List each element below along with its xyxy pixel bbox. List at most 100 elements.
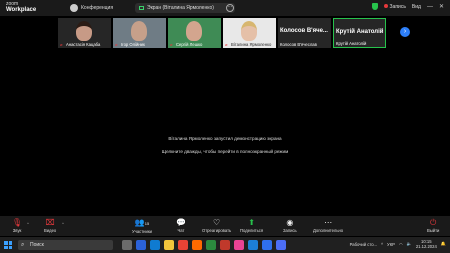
telegram-icon[interactable]	[276, 240, 286, 250]
participant-strip: ⌀ Анастасія Кацаба ⌀ Ігор Олійник ⌀ Сергій …	[58, 18, 386, 48]
notifications-bell-icon[interactable]: 🔔	[441, 241, 446, 247]
next-page-arrow-icon[interactable]: ›	[400, 27, 410, 37]
participants-icon: 👥15	[134, 218, 150, 227]
screen-share-icon	[139, 6, 144, 10]
close-button[interactable]: ✕	[439, 3, 444, 10]
chrome-icon[interactable]	[178, 240, 188, 250]
audio-button[interactable]: 🎙 Звук	[12, 218, 22, 233]
participant-display-name: Колосов В'яче...	[280, 28, 328, 34]
leave-icon: ⏻	[430, 218, 437, 227]
participant-name: Сергій Лешко	[176, 42, 203, 47]
participant-thumbnail[interactable]: ⌀ Ігор Олійник	[113, 18, 166, 48]
clock-date: 21.12.2024	[415, 244, 437, 249]
video-button[interactable]: ⌧ Видео	[44, 218, 56, 233]
pdf-reader-icon[interactable]	[220, 240, 230, 250]
recording-indicator[interactable]: Запись	[383, 3, 406, 10]
mic-muted-icon: ⌀	[60, 41, 63, 47]
edge-icon[interactable]	[150, 240, 160, 250]
more-button[interactable]: ⋯ Дополнительно	[313, 218, 343, 233]
media-player-icon[interactable]	[234, 240, 244, 250]
record-label: Запись	[283, 228, 297, 233]
firefox-icon[interactable]	[192, 240, 202, 250]
participants-button[interactable]: 👥15 Участники	[132, 218, 152, 234]
share-more-button[interactable]: ⋯	[226, 4, 234, 12]
mic-muted-icon: ⌀	[170, 41, 173, 47]
participant-video	[241, 21, 257, 41]
video-label: Видео	[44, 228, 57, 233]
react-label: Отреагировать	[202, 228, 232, 233]
active-speaker-tile[interactable]: Крутій Анатолій Крутій Анатолій	[333, 18, 386, 48]
record-icon: ◉	[286, 218, 294, 227]
search-placeholder: Поиск	[30, 242, 44, 248]
audio-options-chevron-icon[interactable]: ^	[27, 221, 29, 226]
language-indicator[interactable]: УКР	[387, 242, 395, 247]
view-button[interactable]: Вид	[412, 4, 421, 10]
participant-name: Віталина Ярмоленко	[231, 42, 272, 47]
chat-button[interactable]: 💬 Чат	[176, 218, 186, 233]
mic-muted-icon: ⌀	[225, 41, 228, 47]
title-bar: zoom Workplace Конференция Экран (Вітали…	[0, 0, 450, 16]
conference-icon	[70, 4, 78, 12]
mic-muted-icon: ⌀	[115, 41, 118, 47]
video-options-chevron-icon[interactable]: ^	[62, 221, 64, 226]
participant-name: Колосов В'ячеслав	[280, 42, 317, 47]
search-icon: ⌕	[21, 242, 25, 248]
participants-count: 15	[144, 221, 150, 226]
participant-thumbnail[interactable]: ⌀ Сергій Лешко	[168, 18, 221, 48]
share-label: Поделиться	[240, 228, 264, 233]
leave-button[interactable]: ⏻ Выйти	[427, 218, 439, 233]
task-view-icon[interactable]	[122, 240, 132, 250]
pinned-apps	[122, 240, 286, 250]
participant-name: Ігор Олійник	[121, 42, 145, 47]
participants-label: Участники	[132, 229, 153, 234]
participant-name-tile[interactable]: Колосов В'яче... Колосов В'ячеслав	[278, 18, 331, 48]
tray-overflow-chevron-icon[interactable]: ^	[381, 242, 383, 247]
mic-muted-icon: 🎙	[12, 218, 23, 227]
excel-icon[interactable]	[206, 240, 216, 250]
word-icon[interactable]	[262, 240, 272, 250]
volume-icon[interactable]: 🔈	[407, 241, 412, 247]
wifi-icon[interactable]: ◠	[399, 242, 403, 247]
participant-video	[131, 21, 147, 41]
windows-taskbar: ⌕ Поиск Рабочий сто... ^ УКР ◠ 🔈 10:15 2…	[0, 237, 450, 253]
chat-icon: 💬	[176, 218, 186, 227]
audio-label: Звук	[12, 228, 22, 233]
conference-button[interactable]: Конференция	[70, 4, 113, 12]
participant-name: Крутій Анатолій	[336, 41, 367, 46]
participant-display-name: Крутій Анатолій	[336, 29, 384, 35]
participant-video	[76, 21, 92, 41]
participant-thumbnail[interactable]: ⌀ Віталина Ярмоленко	[223, 18, 276, 48]
leave-label: Выйти	[427, 228, 440, 233]
meeting-toolbar: 🎙 Звук ^ ⌧ Видео ^ 👥15 Участники 💬 Чат ♡…	[0, 216, 450, 236]
share-title: Экран (Віталина Ярмоленко)	[147, 5, 214, 11]
fullscreen-hint: Щелкните дважды, чтобы перейти в полноэк…	[161, 149, 289, 154]
heart-icon: ♡	[213, 218, 221, 227]
taskbar-search-input[interactable]: ⌕ Поиск	[18, 240, 113, 250]
share-screen-button[interactable]: ⬆ Поделиться	[240, 218, 263, 233]
record-button[interactable]: ◉ Запись	[283, 218, 297, 233]
participant-thumbnail[interactable]: ⌀ Анастасія Кацаба	[58, 18, 111, 48]
camera-off-icon: ⌧	[45, 218, 55, 227]
file-explorer-icon[interactable]	[164, 240, 174, 250]
windows-start-icon[interactable]	[4, 241, 12, 249]
brand-bottom: Workplace	[6, 7, 37, 13]
teams-icon[interactable]	[136, 240, 146, 250]
zoom-taskbar-icon[interactable]	[248, 240, 258, 250]
minimize-button[interactable]: —	[427, 4, 433, 10]
share-up-arrow-icon: ⬆	[248, 218, 255, 227]
more-dots-icon: ⋯	[324, 218, 333, 227]
share-started-message: Віталина Ярмоленко запустил демонстрацию…	[168, 136, 282, 141]
more-label: Дополнительно	[313, 228, 344, 233]
chat-label: Чат	[177, 228, 185, 233]
desktop-label[interactable]: Рабочий сто...	[350, 242, 377, 247]
recording-label: Запись	[389, 3, 406, 10]
share-view-selector[interactable]: Экран (Віталина Ярмоленко)	[135, 3, 235, 13]
app-logo: zoom Workplace	[6, 1, 36, 13]
security-shield-icon[interactable]	[371, 3, 378, 10]
system-tray: Рабочий сто... ^ УКР ◠ 🔈 10:15 21.12.202…	[350, 239, 446, 249]
participant-name: Анастасія Кацаба	[66, 42, 101, 47]
react-button[interactable]: ♡ Отреагировать	[202, 218, 231, 233]
participant-video	[186, 21, 202, 41]
clock[interactable]: 10:15 21.12.2024	[416, 239, 437, 249]
record-dot-icon	[383, 3, 388, 8]
